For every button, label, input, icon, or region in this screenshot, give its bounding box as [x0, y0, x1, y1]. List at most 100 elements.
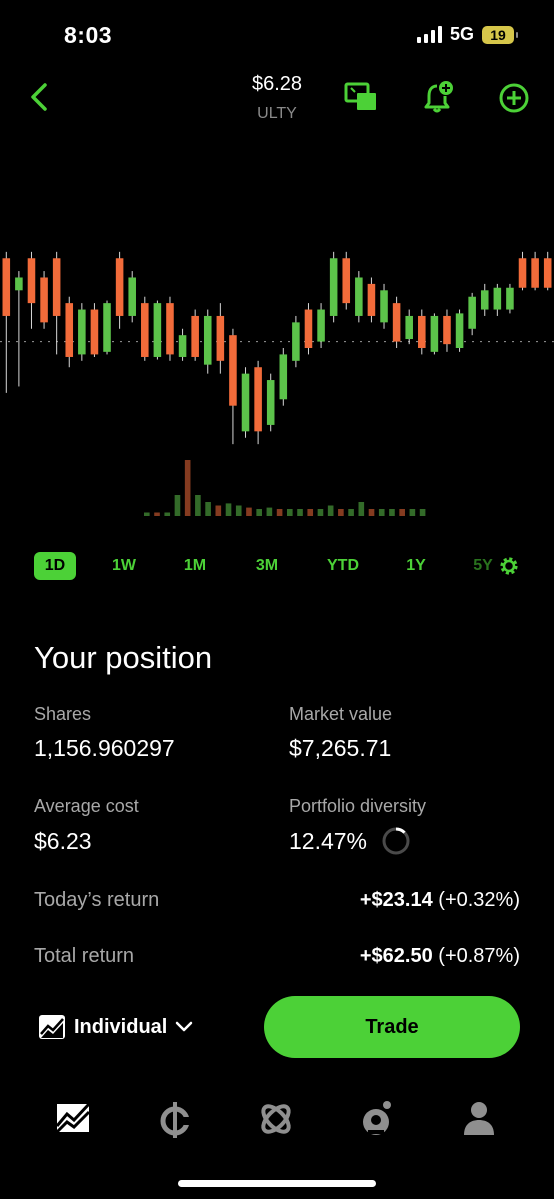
gear-icon [500, 557, 518, 575]
candle [443, 309, 451, 352]
volume-bar [317, 509, 324, 516]
volume-bar [297, 509, 303, 516]
candle [355, 271, 363, 323]
candle-body [103, 303, 111, 352]
volume-bar [409, 509, 416, 516]
range-1w[interactable]: 1W [104, 552, 144, 580]
candle-body [216, 315, 225, 361]
range-1m[interactable]: 1M [175, 552, 215, 580]
volume-bar [358, 502, 365, 516]
ticker-symbol: ULTY [257, 105, 297, 122]
candle [229, 328, 237, 445]
candle-body [279, 354, 288, 400]
range-ytd[interactable]: YTD [322, 552, 364, 580]
candle-body [52, 258, 61, 316]
battery-level: 19 [490, 26, 506, 43]
volume-bar [164, 512, 171, 516]
trade-button[interactable]: Trade [264, 996, 520, 1058]
account-selector[interactable]: Individual [38, 1014, 193, 1040]
candle-body [480, 290, 489, 310]
candle [455, 309, 464, 352]
candle-body [191, 315, 199, 357]
volume-bar [174, 495, 181, 516]
total-return-percent: (+0.87%) [438, 945, 520, 967]
crypto-icon [160, 1102, 192, 1138]
candle [216, 303, 225, 374]
browse-icon [363, 1101, 391, 1135]
status-time: 8:03 [64, 22, 113, 48]
candle-body [2, 258, 11, 316]
shares-value: 1,156.960297 [34, 735, 175, 761]
volume-bar [215, 505, 222, 516]
position-title: Your position [34, 640, 213, 675]
candle [90, 303, 99, 357]
bell-plus-icon [424, 81, 453, 113]
candle [40, 271, 48, 329]
range-1y[interactable]: 1Y [398, 552, 434, 580]
price-chart[interactable] [0, 240, 554, 520]
candle-body [141, 303, 149, 357]
volume-bar [276, 509, 283, 516]
picture-in-picture-icon [344, 82, 376, 110]
volume-bar [235, 505, 242, 516]
candle-body [543, 258, 552, 288]
candle-body [531, 258, 539, 288]
volume-bar [368, 509, 375, 516]
tab-browse[interactable] [360, 1100, 394, 1145]
average-cost-label: Average cost [34, 796, 139, 816]
candle [543, 251, 552, 291]
chart-settings-button[interactable] [497, 554, 521, 583]
account-label: Individual [74, 1015, 168, 1038]
candle-body [27, 258, 36, 304]
candle [405, 309, 413, 345]
range-5y[interactable]: 5Y [466, 552, 500, 580]
tab-crypto[interactable] [158, 1100, 192, 1145]
candle [27, 251, 36, 329]
candle-body [115, 258, 124, 316]
chevron-down-icon [176, 1021, 193, 1032]
status-indicators: 5G 19 [416, 24, 518, 45]
candle-body [78, 309, 86, 355]
candle [15, 271, 23, 387]
candle-body [443, 315, 451, 345]
candle [266, 373, 275, 432]
candle [52, 251, 61, 355]
volume-bar [327, 505, 334, 516]
range-1d[interactable]: 1D [34, 552, 76, 580]
range-3m[interactable]: 3M [247, 552, 287, 580]
candle-body [292, 322, 300, 361]
total-return-value: +$62.50 (+0.87%) [360, 945, 520, 968]
candle [367, 277, 376, 323]
todays-return-label: Today’s return [34, 889, 160, 911]
candle-body [329, 258, 338, 316]
candle [531, 251, 539, 291]
volume-bar [307, 509, 314, 516]
account-chart-icon [39, 1015, 65, 1039]
candle-body [493, 287, 502, 310]
tab-network[interactable] [257, 1100, 295, 1143]
todays-return-percent: (+0.32%) [438, 889, 520, 911]
volume-bar [399, 509, 405, 516]
candle-body [40, 277, 48, 323]
average-cost-value: $6.23 [34, 828, 92, 854]
candle [493, 283, 502, 316]
tab-account[interactable] [462, 1100, 496, 1141]
add-to-list-button[interactable] [498, 82, 530, 119]
diversity-ring-icon[interactable] [381, 826, 411, 856]
price-alert-button[interactable] [424, 80, 454, 119]
volume-bar [205, 502, 211, 516]
signal-icon [416, 26, 442, 43]
candle [279, 348, 288, 406]
candle [128, 271, 136, 323]
candle [78, 303, 86, 361]
candle-body [392, 303, 401, 342]
picture-in-picture-button[interactable] [344, 82, 378, 117]
candle-body [405, 315, 413, 340]
account-icon [464, 1102, 494, 1135]
tab-home[interactable] [55, 1100, 91, 1139]
volume-bar [378, 509, 385, 516]
volume-bar [256, 509, 262, 516]
candle [166, 296, 174, 361]
candle-body [455, 313, 464, 348]
candle-body [355, 277, 363, 316]
